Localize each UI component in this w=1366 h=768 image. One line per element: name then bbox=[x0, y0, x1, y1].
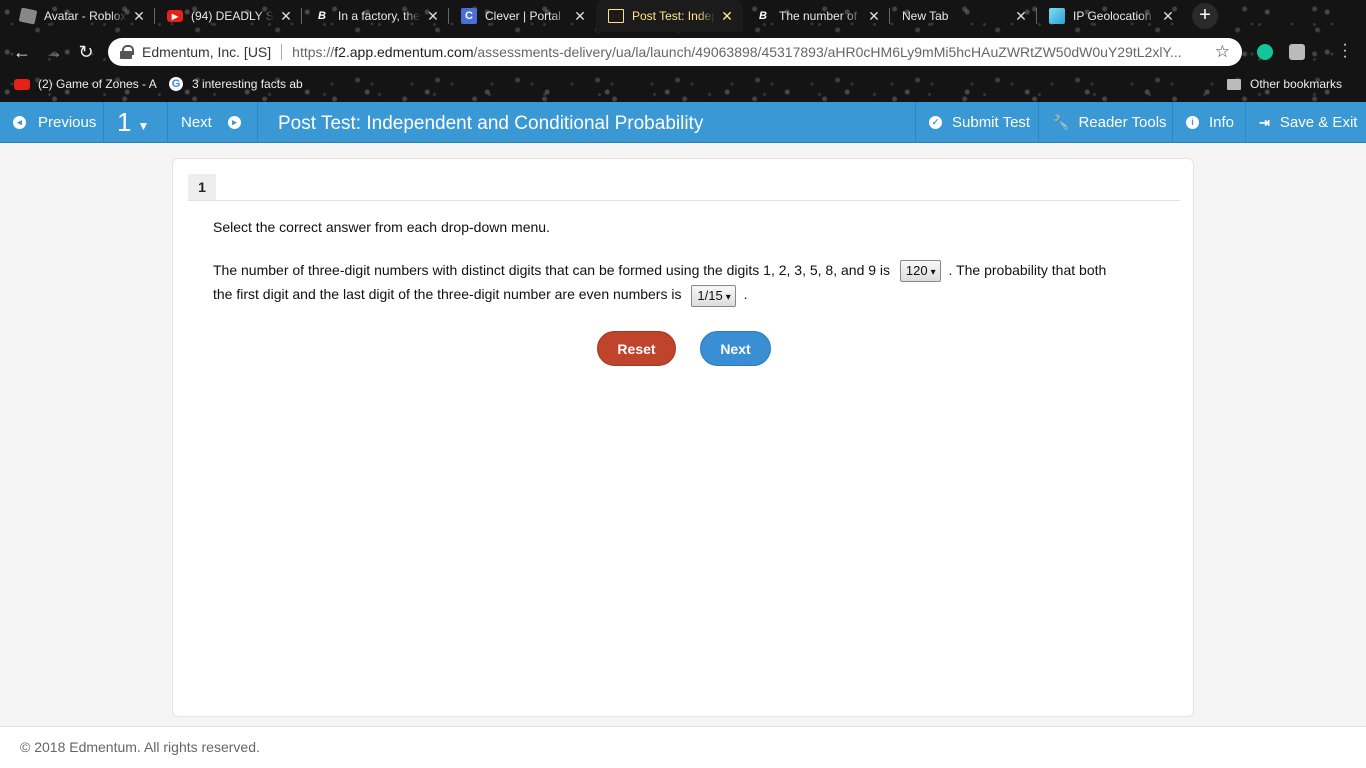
close-tab-icon[interactable]: ✕ bbox=[1162, 8, 1174, 25]
bookmark-game-of-zones[interactable]: (2) Game of Zones - A bbox=[14, 76, 157, 92]
document-icon bbox=[608, 9, 624, 23]
check-circle-icon: ✓ bbox=[929, 116, 942, 129]
save-exit-button[interactable]: ⇥ Save & Exit bbox=[1245, 102, 1366, 143]
tab-title: The number of bbox=[779, 9, 858, 23]
browser-tab-youtube[interactable]: ▶ (94) DEADLY Se ✕ bbox=[155, 0, 302, 32]
save-exit-label: Save & Exit bbox=[1279, 114, 1358, 131]
brainly-icon: B bbox=[759, 10, 767, 22]
info-circle-icon: i bbox=[1186, 116, 1199, 129]
info-label: Info bbox=[1209, 114, 1235, 131]
arrow-right-circle-icon: ▸ bbox=[227, 116, 241, 129]
next-button[interactable]: Next bbox=[700, 331, 771, 366]
previous-label: Previous bbox=[38, 114, 97, 131]
folder-icon bbox=[1226, 76, 1242, 92]
brainly-icon: B bbox=[318, 10, 326, 22]
browser-tab-edmentum-active[interactable]: Post Test: Indep ✕ bbox=[596, 0, 743, 32]
reset-button[interactable]: Reset bbox=[597, 331, 676, 366]
browser-tab-clever[interactable]: C Clever | Portal ✕ bbox=[449, 0, 596, 32]
bookmark-label: (2) Game of Zones - A bbox=[38, 77, 157, 91]
dropdown-arrow-icon: ▾ bbox=[725, 291, 731, 303]
tab-strip: Avatar - Roblox ✕ ▶ (94) DEADLY Se ✕ B I… bbox=[0, 0, 1366, 32]
question-tab[interactable]: 1 bbox=[188, 174, 216, 200]
tab-title: IP Geolocation bbox=[1073, 9, 1152, 23]
roblox-icon bbox=[18, 7, 38, 25]
bookmark-interesting-facts[interactable]: G 3 interesting facts ab bbox=[168, 76, 303, 92]
reader-tools-button[interactable]: 🔧 Reader Tools bbox=[1038, 102, 1172, 143]
other-bookmarks[interactable]: Other bookmarks bbox=[1226, 76, 1342, 92]
bookmark-label: 3 interesting facts ab bbox=[192, 77, 303, 91]
youtube-icon bbox=[14, 76, 30, 92]
close-tab-icon[interactable]: ✕ bbox=[1015, 8, 1027, 25]
browser-tab-new-tab[interactable]: New Tab ✕ bbox=[890, 0, 1037, 32]
assessment-toolbar: ◂ Previous 1 ▼ Next ▸ Post Test: Indepen… bbox=[0, 102, 1366, 143]
tab-title: Post Test: Indep bbox=[632, 9, 715, 23]
reload-icon[interactable]: ↻ bbox=[74, 40, 98, 64]
sign-out-icon: ⇥ bbox=[1259, 114, 1270, 130]
tab-title: New Tab bbox=[902, 9, 949, 23]
tab-title: Avatar - Roblox bbox=[44, 9, 127, 23]
answer-dropdown-1[interactable]: 120 ▾ bbox=[899, 260, 941, 283]
browser-tab-brainly[interactable]: B In a factory, the ✕ bbox=[302, 0, 449, 32]
wrench-icon: 🔧 bbox=[1052, 114, 1070, 130]
browser-menu-icon[interactable]: · · · bbox=[1340, 37, 1350, 65]
chevron-down-icon: ▼ bbox=[137, 118, 150, 133]
address-bar[interactable]: Edmentum, Inc. [US] https://f2.app.edmen… bbox=[108, 38, 1242, 66]
url-text: https://f2.app.edmentum.com/assessments-… bbox=[292, 44, 1182, 60]
reader-tools-label: Reader Tools bbox=[1078, 114, 1167, 131]
question-card: 1 Select the correct answer from each dr… bbox=[172, 158, 1194, 717]
page-footer: © 2018 Edmentum. All rights reserved. bbox=[0, 726, 1366, 768]
grammarly-extension-icon[interactable] bbox=[1257, 44, 1273, 60]
page-title: Post Test: Independent and Conditional P… bbox=[278, 113, 704, 134]
browser-tab-brainly-2[interactable]: B The number of ✕ bbox=[743, 0, 890, 32]
extension-icon[interactable] bbox=[1289, 44, 1305, 60]
tab-title: In a factory, the bbox=[338, 9, 420, 23]
close-tab-icon[interactable]: ✕ bbox=[427, 8, 439, 25]
forward-arrow-icon[interactable]: → bbox=[42, 40, 66, 64]
tab-title: Clever | Portal bbox=[485, 9, 561, 23]
answer-dropdown-2[interactable]: 1/15 ▾ bbox=[691, 284, 736, 307]
next-label: Next bbox=[181, 114, 212, 131]
arrow-left-circle-icon: ◂ bbox=[13, 116, 26, 129]
new-tab-button[interactable]: + bbox=[1192, 3, 1218, 29]
lock-icon bbox=[120, 45, 134, 59]
info-button[interactable]: i Info bbox=[1172, 102, 1245, 143]
previous-button[interactable]: ◂ Previous bbox=[0, 102, 104, 143]
close-tab-icon[interactable]: ✕ bbox=[721, 8, 733, 25]
other-bookmarks-label: Other bookmarks bbox=[1250, 77, 1343, 91]
question-text-part3: . bbox=[743, 286, 748, 303]
clever-icon: C bbox=[461, 8, 477, 24]
question-text: The number of three-digit numbers with d… bbox=[213, 258, 1113, 307]
bookmark-star-icon[interactable]: ☆ bbox=[1215, 42, 1230, 62]
google-icon: G bbox=[168, 76, 184, 92]
next-nav-button[interactable]: Next ▸ bbox=[168, 102, 258, 143]
site-org: Edmentum, Inc. [US] bbox=[142, 44, 272, 60]
close-tab-icon[interactable]: ✕ bbox=[574, 8, 586, 25]
close-tab-icon[interactable]: ✕ bbox=[868, 8, 880, 25]
dropdown-arrow-icon: ▾ bbox=[930, 267, 936, 279]
question-number: 1 bbox=[117, 107, 132, 137]
question-instruction: Select the correct answer from each drop… bbox=[213, 219, 550, 235]
bookmarks-bar: (2) Game of Zones - A G 3 interesting fa… bbox=[0, 72, 1366, 98]
submit-test-button[interactable]: ✓ Submit Test bbox=[915, 102, 1038, 143]
browser-tab-ip-geolocation[interactable]: IP Geolocation ✕ bbox=[1037, 0, 1184, 32]
youtube-icon: ▶ bbox=[167, 10, 183, 22]
close-tab-icon[interactable]: ✕ bbox=[133, 8, 145, 25]
submit-test-label: Submit Test bbox=[952, 114, 1031, 131]
copyright-text: © 2018 Edmentum. All rights reserved. bbox=[20, 739, 260, 755]
browser-tab-roblox[interactable]: Avatar - Roblox ✕ bbox=[8, 0, 155, 32]
ipgeo-icon bbox=[1049, 8, 1065, 24]
back-arrow-icon[interactable]: ← bbox=[10, 40, 34, 64]
question-selector[interactable]: 1 ▼ bbox=[104, 102, 168, 143]
question-text-part1: The number of three-digit numbers with d… bbox=[213, 262, 891, 278]
close-tab-icon[interactable]: ✕ bbox=[280, 8, 292, 25]
browser-chrome: Avatar - Roblox ✕ ▶ (94) DEADLY Se ✕ B I… bbox=[0, 0, 1366, 102]
tab-title: (94) DEADLY Se bbox=[191, 9, 274, 23]
